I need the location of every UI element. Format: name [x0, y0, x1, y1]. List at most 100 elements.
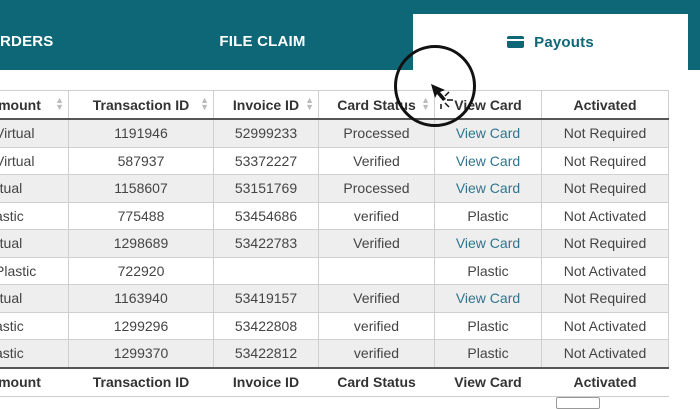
tab-orders-label: RDERS [0, 32, 54, 50]
cell-card-status: verified [318, 311, 435, 340]
table-row: rtual129868953422783Verified View Card Not… [0, 229, 669, 258]
cell-transaction-id: 1191946 [68, 118, 214, 148]
column-header-label: Invoice ID [232, 96, 300, 113]
column-header-activated[interactable]: Activated [541, 90, 669, 120]
sort-arrows-icon[interactable]: ▲ ▼ [55, 96, 64, 112]
column-footer-transaction-id: Transaction ID [68, 366, 214, 397]
column-footer-view-card: View Card [434, 366, 542, 397]
cell-transaction-id: 722920 [68, 256, 214, 285]
cell-activated: Not Required [541, 174, 669, 203]
cell-invoice-id: 53422783 [213, 229, 319, 258]
table-footer: mount Transaction ID Invoice ID Card Status… [0, 366, 669, 397]
tab-payouts[interactable]: Payouts [413, 14, 688, 70]
sort-arrows-icon[interactable]: ▲ ▼ [200, 96, 209, 112]
cell-invoice-id: 53422812 [213, 339, 319, 368]
cell-view-card: Plastic [434, 339, 542, 368]
cell-activated: Not Activated [541, 256, 669, 285]
cell-amount: astic [0, 201, 69, 230]
cell-activated: Not Activated [541, 201, 669, 230]
cell-invoice-id: 52999233 [213, 118, 319, 148]
cell-card-status: Processed [318, 174, 435, 203]
table-row: Virtual119194652999233Processed View Card… [0, 118, 669, 148]
column-footer-amount: mount [0, 366, 69, 397]
column-footer-invoice-id: Invoice ID [213, 366, 319, 397]
cell-card-status: Verified [318, 229, 435, 258]
tab-orders[interactable]: RDERS [0, 6, 60, 76]
column-footer-activated: Activated [541, 366, 669, 397]
table-row: rtual115860753151769Processed View Card No… [0, 174, 669, 203]
cell-view-card: View Card [434, 146, 542, 175]
page-size-select[interactable] [556, 397, 600, 409]
cell-transaction-id: 587937 [68, 146, 214, 175]
cell-activated: Not Required [541, 284, 669, 313]
cell-activated: Not Activated [541, 339, 669, 368]
view-card-link[interactable]: View Card [456, 125, 520, 141]
cell-amount: Plastic [0, 256, 69, 285]
table-row: Plastic722920PlasticNot Activated [0, 256, 669, 285]
cell-amount: rtual [0, 284, 69, 313]
cell-amount: Virtual [0, 146, 69, 175]
table-header: mount ▲ ▼ Transaction ID ▲ ▼ Invoice ID ▲ ▼ Card … [0, 90, 669, 120]
column-header-card-status[interactable]: Card Status ▲ ▼ [318, 90, 435, 120]
cell-activated: Not Required [541, 229, 669, 258]
cell-invoice-id: 53419157 [213, 284, 319, 313]
column-header-label: View Card [454, 96, 522, 113]
cell-view-card: View Card [434, 229, 542, 258]
cell-view-card: Plastic [434, 201, 542, 230]
sort-arrows-icon[interactable]: ▲ ▼ [421, 96, 430, 112]
column-header-label: Card Status [337, 96, 416, 113]
cell-transaction-id: 1158607 [68, 174, 214, 203]
column-footer-card-status: Card Status [318, 366, 435, 397]
cell-activated: Not Required [541, 118, 669, 148]
credit-card-icon [507, 36, 525, 48]
column-header-view-card[interactable]: View Card [434, 90, 542, 120]
table-body: Virtual119194652999233ProcessedView Card… [0, 118, 669, 368]
cell-transaction-id: 1298689 [68, 229, 214, 258]
cell-card-status: Verified [318, 146, 435, 175]
table-row: astic129929653422808verifiedPlasticNot A… [0, 311, 669, 340]
cell-transaction-id: 1299296 [68, 311, 214, 340]
cell-card-status: Processed [318, 118, 435, 148]
cell-invoice-id: 53454686 [213, 201, 319, 230]
table-row: Virtual58793753372227Verified View Card No… [0, 146, 669, 175]
cell-invoice-id: 53372227 [213, 146, 319, 175]
cell-amount: rtual [0, 229, 69, 258]
cell-card-status: verified [318, 201, 435, 230]
column-header-invoice-id[interactable]: Invoice ID ▲ ▼ [213, 90, 319, 120]
table-row: astic129937053422812verifiedPlasticNot A… [0, 339, 669, 368]
cell-view-card: View Card [434, 284, 542, 313]
sort-arrows-icon[interactable]: ▲ ▼ [305, 96, 314, 112]
cell-card-status: Verified [318, 284, 435, 313]
payouts-table: mount ▲ ▼ Transaction ID ▲ ▼ Invoice ID ▲ ▼ Card … [0, 90, 669, 397]
column-header-label: mount [0, 96, 41, 113]
table-row: astic77548853454686verifiedPlasticNot Ac… [0, 201, 669, 230]
column-header-transaction-id[interactable]: Transaction ID ▲ ▼ [68, 90, 214, 120]
cell-transaction-id: 1299370 [68, 339, 214, 368]
cell-invoice-id: 53151769 [213, 174, 319, 203]
view-card-link[interactable]: View Card [456, 290, 520, 306]
cell-view-card: Plastic [434, 256, 542, 285]
cell-amount: rtual [0, 174, 69, 203]
cell-card-status: verified [318, 339, 435, 368]
tab-file-claim[interactable]: FILE CLAIM [200, 6, 325, 76]
column-header-amount[interactable]: mount ▲ ▼ [0, 90, 69, 120]
view-card-link[interactable]: View Card [456, 180, 520, 196]
cell-invoice-id: 53422808 [213, 311, 319, 340]
cell-amount: astic [0, 311, 69, 340]
cell-amount: Virtual [0, 118, 69, 148]
view-card-link[interactable]: View Card [456, 235, 520, 251]
cell-transaction-id: 775488 [68, 201, 214, 230]
view-card-link[interactable]: View Card [456, 153, 520, 169]
tab-file-claim-label: FILE CLAIM [219, 32, 306, 50]
cell-card-status [318, 256, 435, 285]
column-header-label: Transaction ID [92, 96, 190, 113]
cell-view-card: View Card [434, 118, 542, 148]
cell-activated: Not Activated [541, 311, 669, 340]
tab-payouts-label: Payouts [534, 33, 594, 51]
cell-view-card: View Card [434, 174, 542, 203]
cell-transaction-id: 1163940 [68, 284, 214, 313]
cell-amount: astic [0, 339, 69, 368]
cell-view-card: Plastic [434, 311, 542, 340]
cell-invoice-id [213, 256, 319, 285]
table-row: rtual116394053419157Verified View Card Not… [0, 284, 669, 313]
